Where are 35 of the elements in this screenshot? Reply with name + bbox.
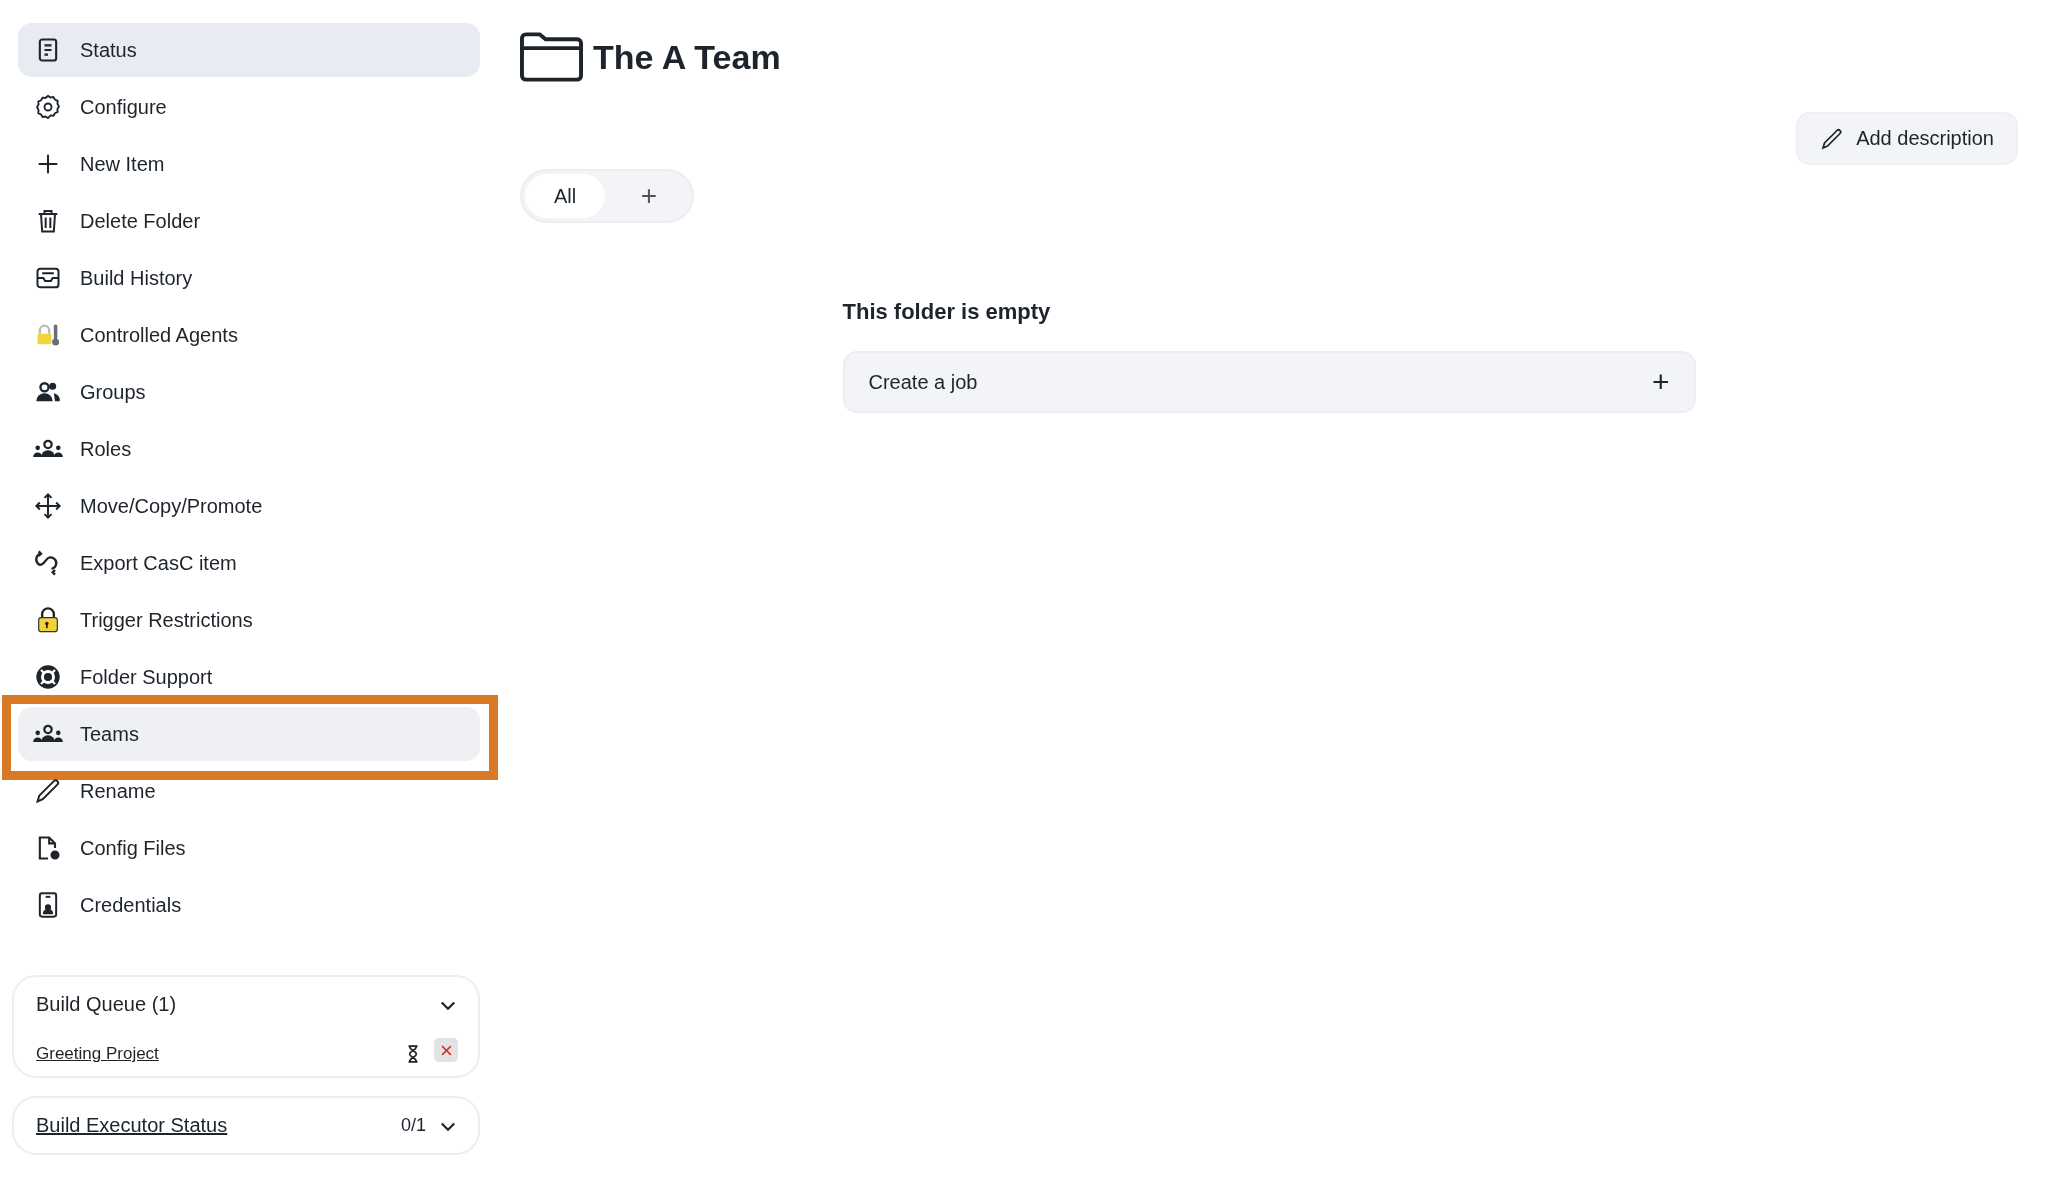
sidebar-item[interactable]: Teams [18,707,480,761]
settings-icon [34,93,62,121]
empty-heading: This folder is empty [842,299,1052,325]
executor-count: 0/1 [400,1115,426,1136]
panel-title-link[interactable]: Build Executor Status [36,1114,389,1137]
page-title: The A Team [593,37,781,77]
sidebar-item[interactable]: Credentials [18,878,480,932]
add-description-button[interactable]: Add description [1796,112,2018,165]
view-tab[interactable]: All [525,174,605,218]
pencil-icon [34,777,62,805]
sidebar-item[interactable]: Export CasC item [18,536,480,590]
sidebar-item[interactable]: Build History [18,251,480,305]
sidebar-item[interactable]: Configure [18,80,480,134]
sidebar-item[interactable]: Groups [18,365,480,419]
cancel-button[interactable] [434,1038,458,1062]
panel-title: Build Queue (1) [36,993,178,1016]
add-view-tab[interactable]: + [609,174,689,218]
lifebuoy-icon [34,663,62,691]
sidebar-item[interactable]: Config Files [18,821,480,875]
move-icon [34,492,62,520]
sidebar-item[interactable]: Status [18,23,480,77]
sidebar-item[interactable]: Trigger Restrictions [18,593,480,647]
sidebar-item[interactable]: New Item [18,137,480,191]
hourglass-icon [406,1045,420,1063]
sidebar-item[interactable]: Delete Folder [18,194,480,248]
create-job-button[interactable]: Create a job + [842,351,1696,413]
sidebar-item[interactable]: Move/Copy/Promote [18,479,480,533]
close-icon [440,1044,452,1056]
pencil-icon [1820,126,1845,151]
sidebar-item[interactable]: Rename [18,764,480,818]
queue-item-link[interactable]: Greeting Project [36,1044,392,1064]
sidebar-item[interactable]: Roles [18,422,480,476]
folder-icon [520,32,583,82]
sidebar-item[interactable]: Controlled Agents [18,308,480,362]
sidebar-item[interactable]: Folder Support [18,650,480,704]
